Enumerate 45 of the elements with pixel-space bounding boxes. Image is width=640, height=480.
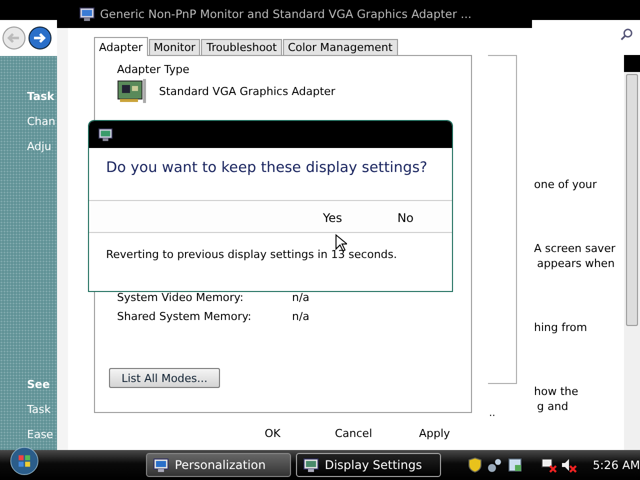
description-text: hing from — [534, 321, 588, 334]
monitor-icon — [152, 457, 169, 473]
dialog-button[interactable]: Yes — [296, 201, 369, 232]
info-label: Shared System Memory: — [117, 310, 252, 323]
adapter-name: Standard VGA Graphics Adapter — [159, 84, 336, 98]
description-text: A screen saver — [534, 242, 616, 255]
countdown-text: Reverting to previous display settings in 13 seconds. — [106, 248, 397, 261]
monitor-icon — [98, 127, 113, 142]
sidebar-item: Task — [27, 90, 54, 103]
list-modes-button[interactable]: List All Modes... — [109, 368, 220, 388]
info-value: n/a — [292, 310, 310, 323]
search-icon[interactable] — [620, 28, 633, 41]
monitor-icon — [79, 6, 95, 22]
sidebar-item[interactable]: Task — [27, 403, 51, 416]
clock[interactable]: 5:26 AM — [592, 458, 640, 472]
sidebar-item[interactable]: Adju — [27, 140, 52, 153]
description-text: how the — [534, 385, 578, 398]
description-text: one of your — [534, 178, 597, 191]
taskbar-button[interactable]: Display Settings — [296, 453, 441, 477]
tab[interactable]: Color Management — [282, 39, 398, 55]
monitor-icon — [302, 457, 319, 473]
volume-muted-icon[interactable] — [560, 457, 577, 473]
shield-icon[interactable] — [466, 457, 483, 473]
description-text: appears when — [537, 257, 615, 270]
network-error-icon[interactable] — [540, 457, 557, 473]
dialog-question: Do you want to keep these display settings? — [106, 160, 428, 176]
tab[interactable]: Troubleshoot — [201, 39, 282, 55]
window-title: Generic Non-PnP Monitor and Standard VGA Graphics Adapter ... — [100, 7, 472, 21]
info-label: System Video Memory: — [117, 291, 244, 304]
scrollbar[interactable] — [624, 55, 640, 450]
tab[interactable]: Monitor — [148, 39, 200, 55]
section-label: Adapter Type — [117, 63, 190, 76]
sidebar-item[interactable]: Ease — [27, 428, 54, 441]
sidebar-item[interactable]: Chan — [27, 115, 56, 128]
graphics-card-icon — [117, 78, 147, 104]
info-value: n/a — [292, 291, 310, 304]
dialog-button[interactable]: No — [369, 201, 442, 232]
ellipsis-text: .. — [489, 408, 496, 419]
description-text: g and — [537, 400, 568, 413]
network-icon[interactable] — [486, 457, 503, 473]
taskbar-button[interactable]: Personalization — [146, 453, 291, 477]
forward-button[interactable] — [28, 26, 52, 50]
sidebar-item: See — [27, 378, 50, 391]
window-icon[interactable] — [506, 457, 523, 473]
tab[interactable]: Adapter — [94, 37, 148, 56]
